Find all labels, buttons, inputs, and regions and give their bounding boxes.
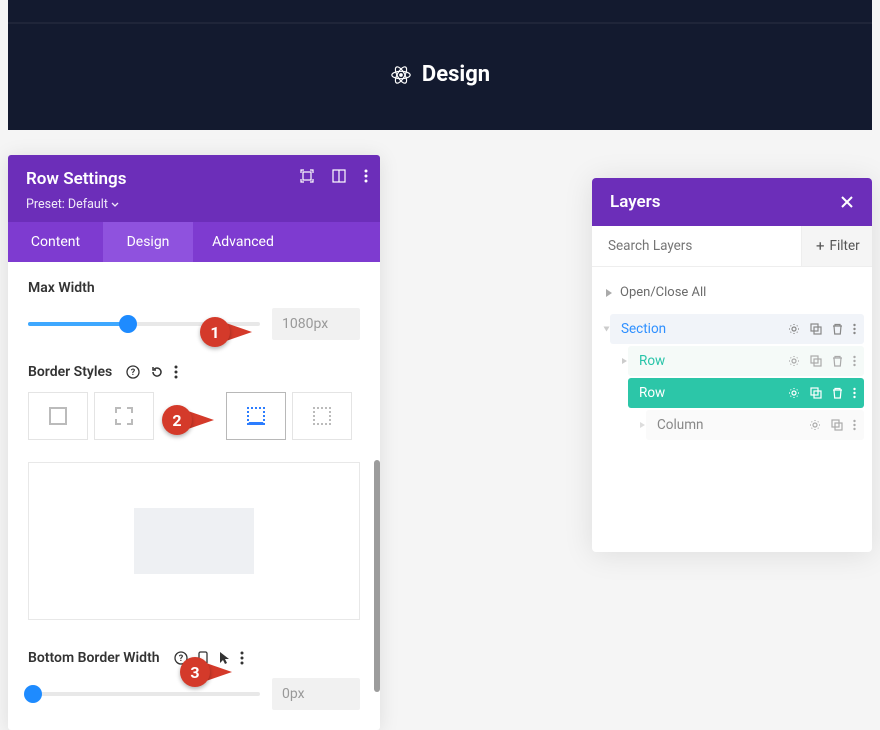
trash-icon[interactable] <box>832 387 843 399</box>
layer-label: Row <box>639 385 665 401</box>
preview-shape <box>134 508 254 574</box>
columns-icon[interactable] <box>332 169 346 183</box>
more-icon[interactable] <box>853 323 856 335</box>
duplicate-icon[interactable] <box>810 323 822 335</box>
duplicate-icon[interactable] <box>810 355 822 367</box>
bottom-border-width-text: Bottom Border Width <box>28 650 160 666</box>
filter-button[interactable]: + Filter <box>801 226 872 266</box>
tab-design[interactable]: Design <box>103 222 193 262</box>
max-width-label: Max Width <box>28 280 360 296</box>
layers-header: Layers <box>592 178 872 226</box>
trash-icon[interactable] <box>832 355 843 367</box>
header-banner: Design <box>8 0 872 130</box>
gear-icon[interactable] <box>788 323 800 335</box>
open-close-all[interactable]: Open/Close All <box>600 279 864 312</box>
caret-right-icon <box>606 289 612 297</box>
panel-header-actions <box>300 169 368 183</box>
more-icon[interactable] <box>853 419 856 431</box>
layer-label: Row <box>639 353 665 369</box>
max-width-value[interactable]: 1080px <box>272 308 360 340</box>
plus-icon: + <box>816 239 825 254</box>
layer-actions <box>788 323 856 335</box>
border-styles-actions: ? <box>126 365 178 379</box>
layers-search-row: + Filter <box>592 226 872 267</box>
bottom-border-slider[interactable] <box>28 692 260 696</box>
max-width-control: 1080px <box>28 308 360 340</box>
close-icon <box>840 195 854 209</box>
layer-actions <box>788 387 856 399</box>
page-title: Design <box>422 62 490 87</box>
callout-1: 1 <box>200 317 252 347</box>
focus-icon[interactable] <box>300 169 314 183</box>
duplicate-icon[interactable] <box>831 419 843 431</box>
layer-column[interactable]: Column <box>646 410 864 440</box>
caret-down-icon <box>622 391 628 396</box>
border-preview <box>28 462 360 620</box>
callout-bubble: 3 <box>180 657 210 687</box>
bottom-border-value[interactable]: 0px <box>272 678 360 710</box>
svg-text:?: ? <box>131 368 136 378</box>
border-style-dashed[interactable] <box>94 392 154 440</box>
filter-label: Filter <box>830 238 860 254</box>
callout-3: 3 <box>180 657 232 687</box>
reset-icon[interactable] <box>150 365 164 379</box>
layer-section[interactable]: Section <box>610 314 864 344</box>
layers-body: Open/Close All Section Row <box>592 267 872 552</box>
slider-fill <box>28 322 128 326</box>
atom-icon <box>390 64 412 86</box>
callout-bubble: 2 <box>162 405 192 435</box>
caret-down-icon <box>111 201 119 209</box>
callout-bubble: 1 <box>200 317 230 347</box>
layer-actions <box>788 355 856 367</box>
row-settings-panel: Row Settings Preset: Default Content Des… <box>8 155 380 730</box>
more-icon[interactable] <box>853 355 856 367</box>
layer-label: Section <box>621 321 666 337</box>
divider <box>8 22 872 24</box>
border-styles-label: Border Styles ? <box>28 364 360 380</box>
border-style-bottom[interactable] <box>226 392 286 440</box>
trash-icon[interactable] <box>832 323 843 335</box>
layer-actions <box>809 419 856 431</box>
search-input[interactable] <box>592 226 801 266</box>
duplicate-icon[interactable] <box>810 387 822 399</box>
help-icon[interactable]: ? <box>126 365 140 379</box>
gear-icon[interactable] <box>809 419 821 431</box>
layers-panel: Layers + Filter Open/Close All Section <box>592 178 872 552</box>
slider-thumb[interactable] <box>24 685 42 703</box>
more-icon[interactable] <box>240 651 244 665</box>
tab-advanced[interactable]: Advanced <box>193 222 293 262</box>
preset-dropdown[interactable]: Preset: Default <box>26 197 119 212</box>
settings-tabs: Content Design Advanced <box>8 222 380 262</box>
border-style-solid[interactable] <box>28 392 88 440</box>
more-icon[interactable] <box>174 365 178 379</box>
open-close-label: Open/Close All <box>620 285 706 300</box>
tab-content[interactable]: Content <box>8 222 103 262</box>
caret-down-icon <box>604 327 610 332</box>
gear-icon[interactable] <box>788 355 800 367</box>
close-button[interactable] <box>840 195 854 209</box>
panel-header: Row Settings Preset: Default <box>8 155 380 222</box>
caret-right-icon <box>622 358 627 364</box>
slider-thumb[interactable] <box>119 315 137 333</box>
layer-row[interactable]: Row <box>628 346 864 376</box>
layer-label: Column <box>657 417 704 433</box>
layer-row-active[interactable]: Row <box>628 378 864 408</box>
layers-title: Layers <box>610 192 661 212</box>
preset-label: Preset: Default <box>26 197 108 212</box>
caret-right-icon <box>640 422 645 428</box>
border-style-dotted[interactable] <box>292 392 352 440</box>
more-icon[interactable] <box>853 387 856 399</box>
page-title-area: Design <box>8 0 872 87</box>
gear-icon[interactable] <box>788 387 800 399</box>
border-styles-text: Border Styles <box>28 364 112 380</box>
callout-2: 2 <box>162 405 214 435</box>
more-icon[interactable] <box>364 169 368 183</box>
scrollbar[interactable] <box>374 460 380 692</box>
